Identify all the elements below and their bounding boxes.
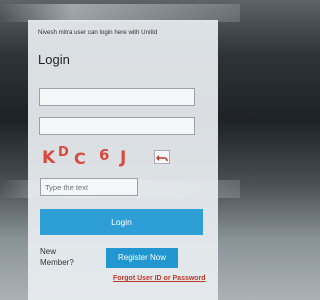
captcha-char: 6 — [99, 146, 110, 164]
refresh-icon — [156, 155, 168, 162]
login-panel: Nivesh mitra user can login here with Un… — [28, 20, 218, 300]
panel-header-text: Nivesh mitra user can login here with Un… — [38, 29, 158, 36]
captcha-refresh-button[interactable] — [154, 150, 170, 164]
captcha-char: J — [120, 148, 127, 168]
captcha-char: K — [42, 148, 56, 168]
new-member-label: New Member? — [40, 246, 80, 268]
new-member-line: New — [40, 247, 57, 256]
captcha-char: D — [58, 145, 69, 160]
login-title: Login — [38, 52, 70, 67]
captcha-char: C — [74, 149, 86, 168]
password-input[interactable] — [39, 117, 195, 135]
login-button[interactable]: Login — [40, 209, 203, 235]
forgot-credentials-link[interactable]: Forgot User ID or Password — [113, 275, 206, 282]
new-member-line: Member? — [40, 258, 74, 267]
captcha-image: K D C 6 J — [42, 146, 142, 170]
user-id-input[interactable] — [39, 88, 195, 106]
register-now-button[interactable]: Register Now — [106, 248, 178, 268]
captcha-input[interactable] — [40, 178, 138, 196]
